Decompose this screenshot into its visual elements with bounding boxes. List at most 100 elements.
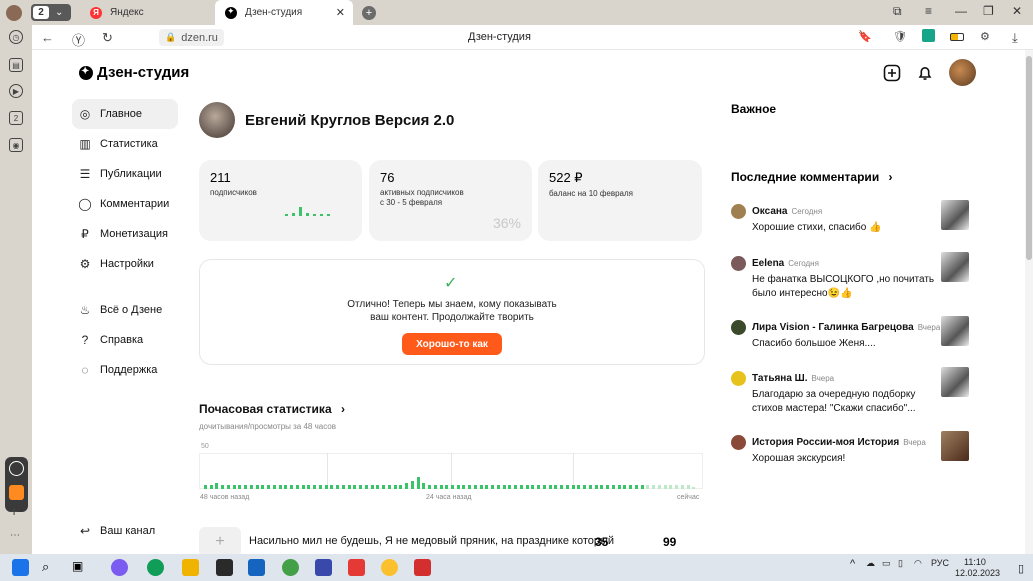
add-icon[interactable]: + — [10, 503, 18, 519]
active-subscribers-card[interactable]: 76 активных подписчиков с 30 - 5 февраля… — [369, 160, 532, 241]
app-icon[interactable] — [315, 559, 332, 576]
history-icon[interactable]: ◷ — [9, 30, 23, 44]
chart-bar — [692, 486, 696, 489]
chart-bar — [634, 484, 638, 489]
tab-count: 2 — [33, 6, 49, 19]
nav-item-about[interactable]: ♨ Всё о Дзене — [72, 295, 178, 325]
minimize-icon[interactable]: — — [955, 4, 967, 18]
screenshot-icon[interactable]: ◉ — [9, 138, 23, 152]
clock-date[interactable]: 12.02.2023 — [955, 568, 1000, 578]
create-button[interactable] — [883, 64, 901, 82]
flame-icon: ♨ — [79, 303, 91, 317]
download-icon[interactable]: ⤓ — [1012, 30, 1018, 46]
brand-logo[interactable]: Дзен-студия — [79, 64, 189, 81]
windows-start-icon[interactable] — [12, 559, 29, 576]
cloud-icon[interactable]: ☁ — [866, 558, 875, 569]
x-tick-label: 24 часа назад — [426, 494, 472, 501]
language-indicator[interactable]: РУС — [931, 558, 949, 568]
subscribers-card[interactable]: 211 подписчиков — [199, 160, 362, 241]
nav-item-comments[interactable]: ◯ Комментарии — [72, 189, 178, 219]
mail-icon[interactable] — [248, 559, 265, 576]
back-icon[interactable]: ← — [41, 30, 54, 45]
wifi-icon[interactable]: ◠ — [914, 558, 922, 569]
new-tab-button[interactable]: + — [358, 0, 380, 25]
alice-taskbar-icon[interactable] — [111, 559, 128, 576]
spark-bar — [292, 213, 295, 216]
close-icon[interactable]: ✕ — [336, 6, 345, 19]
ok-button[interactable]: Хорошо-то как — [402, 333, 502, 355]
balance-value: 522 ₽ — [549, 170, 583, 185]
extension-icon[interactable] — [922, 29, 935, 42]
own-channel-link[interactable]: ↩ Ваш канал — [72, 516, 178, 546]
yandex-icon[interactable] — [348, 559, 365, 576]
yandex-home-icon[interactable]: Ⓨ — [72, 30, 85, 49]
notifications-button[interactable] — [916, 64, 934, 82]
protect-icon[interactable]: 🛡 — [893, 30, 907, 43]
battery-icon[interactable] — [950, 33, 964, 41]
chart-bar — [382, 484, 386, 489]
restore-icon[interactable]: ❐ — [983, 4, 994, 18]
explorer-icon[interactable] — [182, 559, 199, 576]
hourly-title: Почасовая статистика — [199, 402, 332, 416]
page-scrollbar[interactable] — [1025, 50, 1033, 554]
collections-icon[interactable]: ▤ — [9, 58, 23, 72]
commenter-name: Оксана Сегодня — [752, 206, 822, 217]
nav-item-monetization[interactable]: ₽ Монетизация — [72, 219, 178, 249]
menu-icon[interactable]: ≡ — [925, 4, 932, 18]
app-icon[interactable] — [9, 485, 24, 500]
nav-item-help[interactable]: ? Справка — [72, 325, 178, 355]
tab-dzen-studio[interactable]: Дзен-студия ✕ — [215, 0, 353, 25]
chart-bar — [531, 484, 535, 489]
balance-card[interactable]: 522 ₽ баланс на 10 февраля — [538, 160, 702, 241]
tray-chevron-icon[interactable]: ^ — [850, 558, 855, 570]
hourly-stats-link[interactable]: Почасовая статистика › — [199, 402, 345, 416]
chart-bar — [519, 484, 523, 489]
extensions-icon[interactable]: ⚙ — [980, 30, 990, 43]
edge-icon[interactable] — [147, 559, 164, 576]
usb-icon[interactable]: ▭ — [882, 558, 891, 569]
tab-number-icon[interactable]: 2 — [9, 111, 23, 125]
url-field[interactable]: 🔒 dzen.ru — [159, 29, 224, 46]
commenter-avatar — [731, 256, 746, 271]
store-icon[interactable] — [216, 559, 233, 576]
clock-time[interactable]: 11:10 — [964, 557, 986, 567]
reload-icon[interactable]: ↻ — [102, 30, 113, 46]
play-icon[interactable]: ▶ — [9, 84, 23, 98]
user-avatar[interactable] — [949, 59, 976, 86]
channel-avatar[interactable] — [199, 102, 235, 138]
commenter-name: Лира Vision - Галинка Багрецова Вчера — [752, 322, 940, 333]
chart-bar — [611, 484, 615, 489]
chart-bar — [508, 484, 512, 489]
battery-icon[interactable]: ▯ — [898, 558, 903, 569]
task-view-icon[interactable]: ▣ — [72, 559, 89, 576]
nav-item-main[interactable]: ◎ Главное — [72, 99, 178, 129]
comment-date: Сегодня — [788, 259, 819, 268]
notification-icon[interactable]: ▯ — [1018, 562, 1024, 575]
nav-item-stats[interactable]: ▥ Статистика — [72, 129, 178, 159]
tab-yandex[interactable]: Я Яндекс — [80, 0, 214, 25]
studio-nav: ◎ Главное ▥ Статистика ☰ Публикации ◯ Ко… — [72, 99, 178, 385]
chart-bar — [473, 484, 477, 489]
comments-link[interactable]: Последние комментарии › — [731, 170, 893, 184]
bookmark-icon[interactable]: 🔖 — [858, 30, 872, 43]
nav-item-publications[interactable]: ☰ Публикации — [72, 159, 178, 189]
alice-icon[interactable] — [9, 461, 24, 476]
chart-bar — [606, 484, 610, 489]
chart-bar — [416, 476, 420, 489]
bookmarks-panel-icon[interactable]: ⧉ — [893, 4, 902, 19]
nav-item-settings[interactable]: ⚙ Настройки — [72, 249, 178, 279]
yandex-app-icon[interactable] — [414, 559, 431, 576]
tab-count-button[interactable]: 2 ⌄ — [31, 4, 71, 21]
more-icon[interactable]: ⋯ — [10, 530, 20, 541]
subscribers-sparkline — [285, 207, 330, 216]
profile-avatar-button[interactable] — [6, 0, 30, 25]
nav-item-support[interactable]: ◌ Поддержка — [72, 355, 178, 385]
search-icon[interactable]: ⌕ — [42, 559, 59, 576]
torrent-icon[interactable] — [282, 559, 299, 576]
chart-bar — [554, 484, 558, 489]
nav-label: Настройки — [100, 258, 154, 270]
scrollbar-thumb[interactable] — [1026, 56, 1032, 260]
yandex-browser-icon[interactable] — [381, 559, 398, 576]
close-window-icon[interactable]: ✕ — [1012, 4, 1022, 18]
publication-row[interactable]: + Насильно мил не будешь, Я не медовый п… — [199, 527, 705, 554]
